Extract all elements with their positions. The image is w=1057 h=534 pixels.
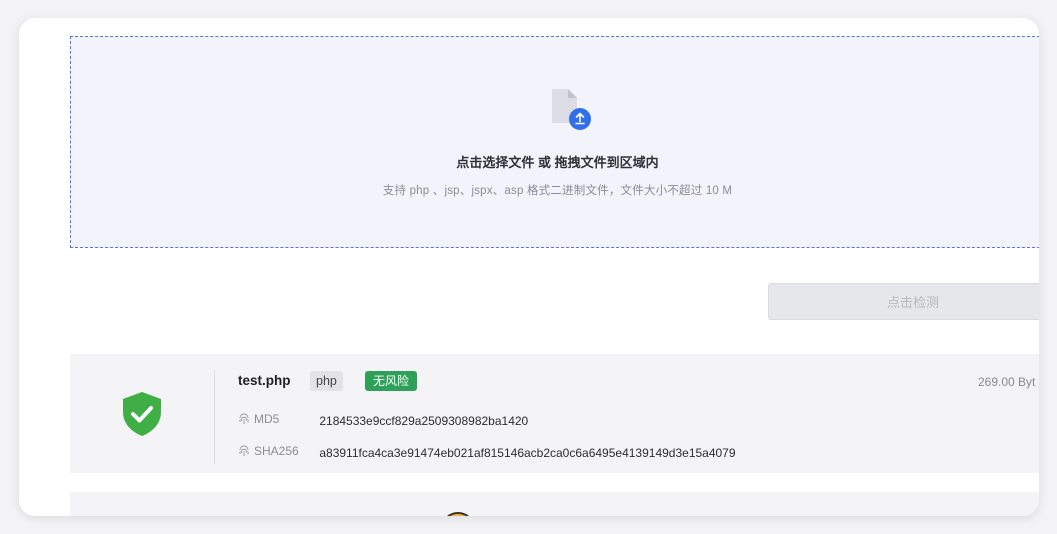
result-divider	[214, 370, 215, 464]
dropzone-hint: 支持 php 、jsp、jspx、asp 格式二进制文件，文件大小不超过 10 …	[382, 185, 733, 197]
avatar	[441, 512, 475, 516]
app-window: 点击选择文件 或 拖拽文件到区域内 支持 php 、jsp、jspx、asp 格…	[19, 18, 1039, 516]
file-size: 269.00 Byt	[978, 375, 1036, 389]
dropzone-title: 点击选择文件 或 拖拽文件到区域内	[456, 155, 659, 170]
file-name: test.php	[238, 373, 291, 388]
sha256-row: SHA256 a83911fca4ca3e91474eb021af815146a…	[238, 444, 736, 460]
md5-label-text: MD5	[254, 412, 280, 426]
sha256-label: SHA256	[238, 444, 316, 458]
sha256-value: a83911fca4ca3e91474eb021af815146acb2ca0c…	[319, 446, 736, 460]
extension-tag: php	[310, 371, 343, 391]
file-dropzone[interactable]: 点击选择文件 或 拖拽文件到区域内 支持 php 、jsp、jspx、asp 格…	[70, 36, 1039, 248]
sha256-label-text: SHA256	[254, 444, 299, 458]
md5-row: MD5 2184533e9ccf829a2509308982ba1420	[238, 412, 528, 428]
result-card: test.php php 无风险 269.00 Byt MD5 2184533e…	[70, 354, 1039, 473]
risk-status-badge: 无风险	[365, 371, 418, 391]
shield-check-icon	[123, 392, 161, 436]
file-upload-icon	[552, 89, 591, 130]
detect-button[interactable]: 点击检测	[768, 283, 1039, 320]
fingerprint-icon	[239, 445, 249, 456]
md5-value: 2184533e9ccf829a2509308982ba1420	[319, 414, 529, 428]
fingerprint-icon	[239, 413, 249, 424]
md5-label: MD5	[238, 412, 316, 426]
result-card-next	[70, 492, 1039, 516]
